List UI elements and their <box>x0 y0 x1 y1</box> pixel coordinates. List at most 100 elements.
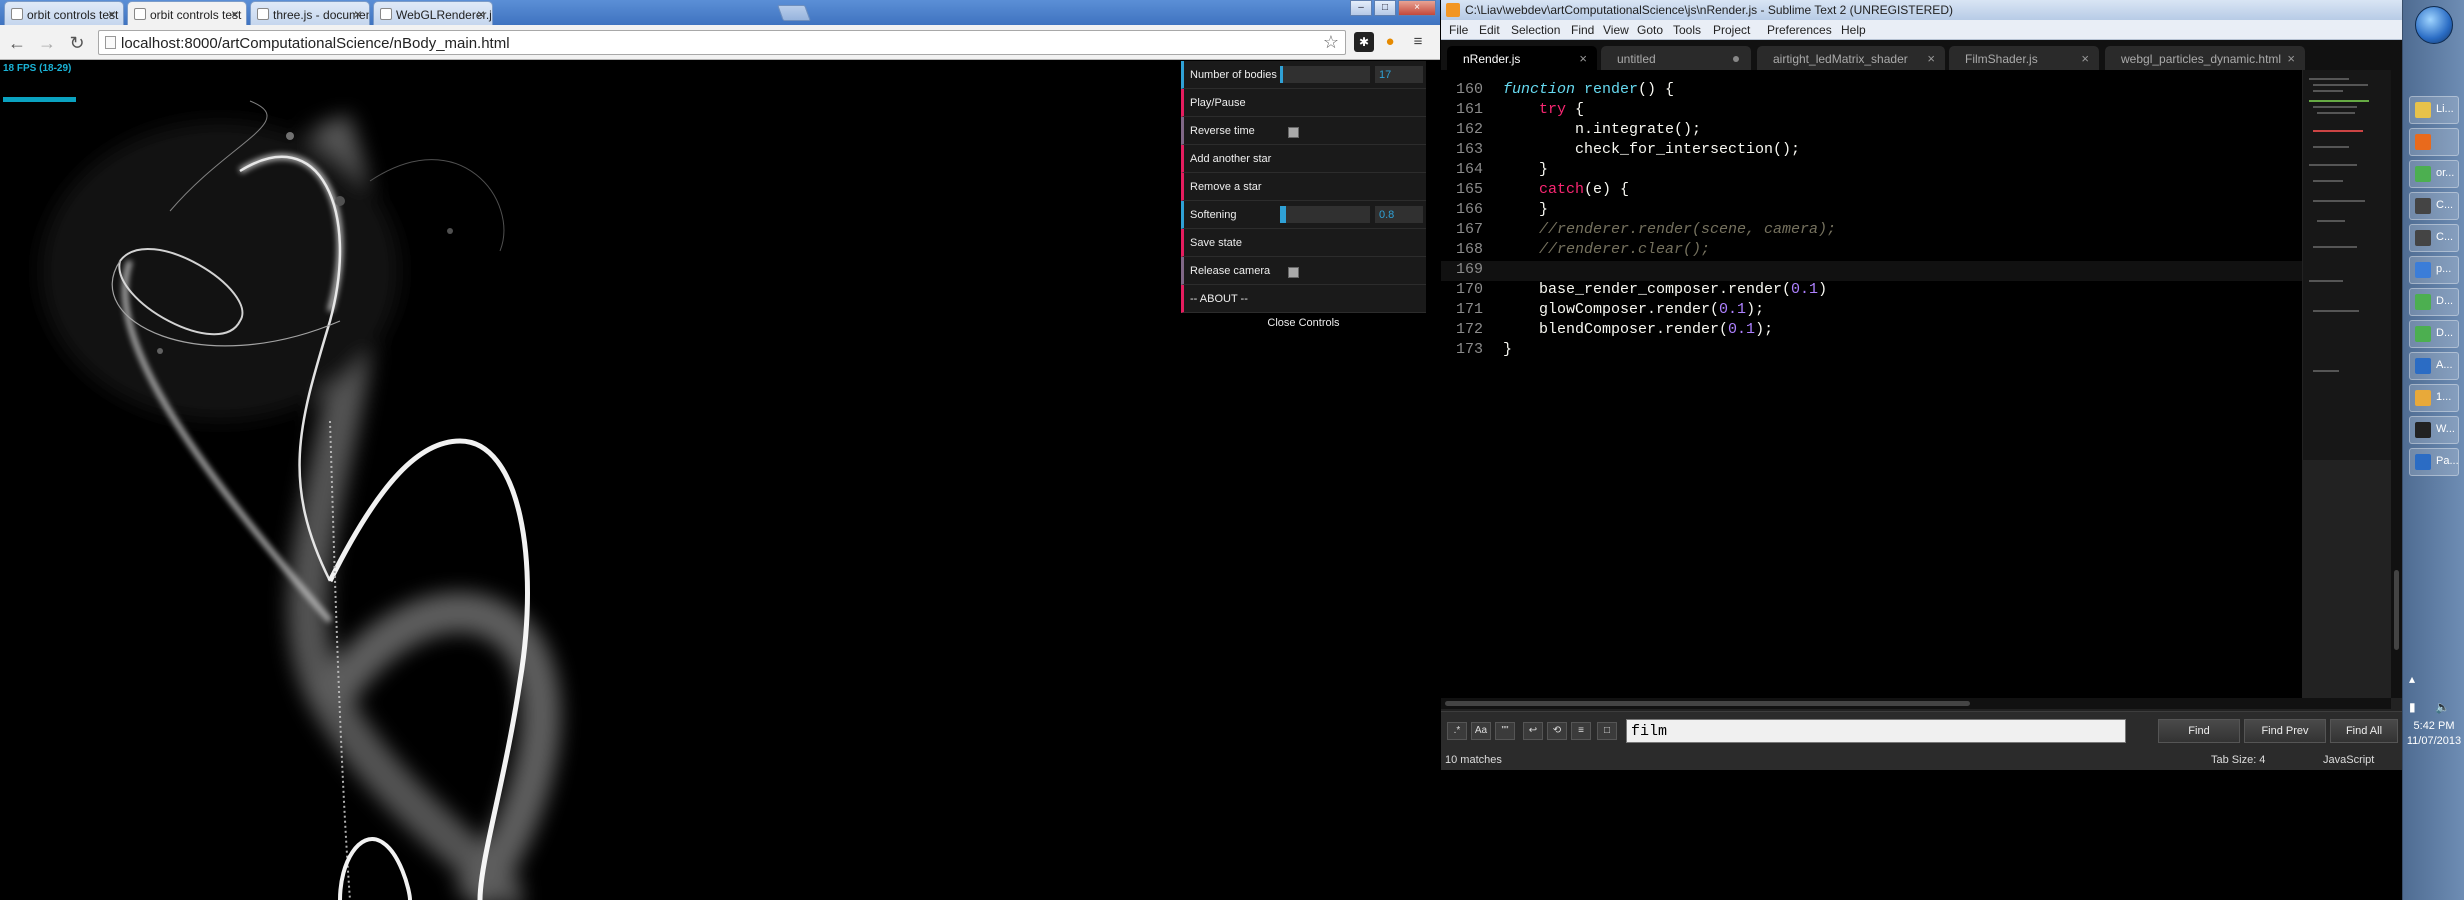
gui-save-state[interactable]: Save state <box>1181 229 1426 257</box>
browser-tab-2[interactable]: orbit controls test × <box>127 1 247 26</box>
gui-add-star[interactable]: Add another star <box>1181 145 1426 173</box>
line-number: 167 <box>1455 221 1483 238</box>
menu-edit[interactable]: Edit <box>1479 23 1500 37</box>
close-tab-icon[interactable]: × <box>2287 51 2295 66</box>
taskbar-item[interactable]: or... <box>2409 160 2459 188</box>
find-button[interactable]: Find <box>2158 719 2240 743</box>
menu-icon[interactable]: ≡ <box>1408 32 1428 52</box>
release-camera-checkbox[interactable] <box>1288 267 1299 278</box>
browser-tab-1[interactable]: orbit controls test × <box>4 1 124 25</box>
bookmark-star-icon[interactable]: ☆ <box>1323 32 1339 53</box>
softening-value[interactable]: 0.8 <box>1375 206 1423 223</box>
editor-tab-filmshader[interactable]: FilmShader.js × <box>1949 46 2099 70</box>
address-bar[interactable]: ☆ <box>98 30 1346 55</box>
minimap-viewport[interactable] <box>2303 70 2391 460</box>
app-icon <box>2415 102 2431 118</box>
menu-find[interactable]: Find <box>1571 23 1594 37</box>
taskbar-item[interactable]: W... <box>2409 416 2459 444</box>
tab-close-icon[interactable]: × <box>477 6 485 22</box>
taskbar-item[interactable] <box>2409 128 2459 156</box>
start-button[interactable] <box>2415 6 2453 44</box>
close-window-button[interactable]: × <box>1398 0 1436 16</box>
taskbar-item[interactable]: C... <box>2409 192 2459 220</box>
reverse-time-checkbox[interactable] <box>1288 127 1299 138</box>
clock-date[interactable]: 11/07/2013 <box>2403 735 2464 747</box>
editor-tab-airtight[interactable]: airtight_ledMatrix_shader × <box>1757 46 1945 70</box>
page-viewport[interactable]: 18 FPS (18-29) Number of bodies 17 Play/… <box>0 61 1440 900</box>
find-prev-button[interactable]: Find Prev <box>2244 719 2326 743</box>
editor-tab-webgl-particles[interactable]: webgl_particles_dynamic.html × <box>2105 46 2305 70</box>
new-tab-button[interactable] <box>777 5 811 21</box>
close-tab-icon[interactable]: × <box>1927 51 1935 66</box>
softening-slider[interactable] <box>1280 206 1370 223</box>
forward-arrow-icon[interactable]: → <box>36 32 58 54</box>
gui-about[interactable]: -- ABOUT -- <box>1181 285 1426 313</box>
reload-icon[interactable]: ↻ <box>66 32 88 54</box>
gui-number-of-bodies[interactable]: Number of bodies 17 <box>1181 61 1426 89</box>
scrollbar-thumb[interactable] <box>2394 570 2399 650</box>
taskbar-item[interactable]: Li... <box>2409 96 2459 124</box>
tab-close-icon[interactable]: × <box>108 6 116 22</box>
taskbar-item[interactable]: C... <box>2409 224 2459 252</box>
close-tab-icon[interactable]: × <box>2081 51 2089 66</box>
in-selection-toggle-icon[interactable]: ⟲ <box>1547 722 1567 740</box>
gui-remove-star[interactable]: Remove a star <box>1181 173 1426 201</box>
find-all-button[interactable]: Find All <box>2330 719 2398 743</box>
close-controls-button[interactable]: Close Controls <box>1181 313 1426 333</box>
back-arrow-icon[interactable]: ← <box>6 32 28 54</box>
extension-icon[interactable]: ✱ <box>1354 32 1374 52</box>
case-sensitive-toggle[interactable]: Aa <box>1471 722 1491 740</box>
tab-close-icon[interactable]: × <box>354 6 362 22</box>
syntax-mode[interactable]: JavaScript <box>2323 754 2374 766</box>
editor-tab-nrender[interactable]: nRender.js × <box>1447 46 1597 70</box>
find-input[interactable] <box>1626 719 2126 743</box>
taskbar-item[interactable]: 1... <box>2409 384 2459 412</box>
tab-title: orbit controls test <box>150 8 242 22</box>
minimap[interactable] <box>2303 70 2391 460</box>
code-editor[interactable]: 160 function render() { 161 try { 162 n.i… <box>1441 70 2302 698</box>
menu-goto[interactable]: Goto <box>1637 23 1663 37</box>
taskbar-item[interactable]: Pa... <box>2409 448 2459 476</box>
browser-tab-4[interactable]: WebGLRenderer.js × <box>373 1 493 25</box>
gui-reverse-time[interactable]: Reverse time <box>1181 117 1426 145</box>
horizontal-scrollbar[interactable] <box>1441 698 2391 709</box>
whole-word-toggle[interactable]: "" <box>1495 722 1515 740</box>
menu-view[interactable]: View <box>1603 23 1629 37</box>
volume-icon[interactable]: 🔈 <box>2435 700 2450 714</box>
taskbar-item[interactable]: A... <box>2409 352 2459 380</box>
tray-expand-icon[interactable]: ▴ <box>2409 672 2415 686</box>
bodies-slider[interactable] <box>1280 66 1370 83</box>
tab-size[interactable]: Tab Size: 4 <box>2211 754 2265 766</box>
gui-release-camera[interactable]: Release camera <box>1181 257 1426 285</box>
show-context-toggle-icon[interactable]: □ <box>1597 722 1617 740</box>
tab-close-icon[interactable]: × <box>231 6 239 22</box>
menu-help[interactable]: Help <box>1841 23 1866 37</box>
menu-project[interactable]: Project <box>1713 23 1750 37</box>
vertical-scrollbar[interactable] <box>2391 70 2402 698</box>
url-input[interactable] <box>121 34 1301 52</box>
menu-selection[interactable]: Selection <box>1511 23 1560 37</box>
wrap-toggle-icon[interactable]: ↩ <box>1523 722 1543 740</box>
taskbar-item[interactable]: D... <box>2409 320 2459 348</box>
gui-softening[interactable]: Softening 0.8 <box>1181 201 1426 229</box>
clock-time[interactable]: 5:42 PM <box>2403 720 2464 732</box>
regex-toggle[interactable]: .* <box>1447 722 1467 740</box>
code-line: 163 check_for_intersection(); <box>1441 141 2302 161</box>
browser-tab-3[interactable]: three.js - documentation × <box>250 1 370 25</box>
unsaved-dot-icon[interactable] <box>1733 56 1739 62</box>
scrollbar-thumb[interactable] <box>1445 701 1970 706</box>
menu-file[interactable]: File <box>1449 23 1468 37</box>
taskbar-item[interactable]: p... <box>2409 256 2459 284</box>
extension-cookie-icon[interactable]: ● <box>1380 32 1400 52</box>
network-icon[interactable]: ▮ <box>2409 700 2416 714</box>
highlight-matches-toggle-icon[interactable]: ≡ <box>1571 722 1591 740</box>
gui-play-pause[interactable]: Play/Pause <box>1181 89 1426 117</box>
editor-tab-untitled[interactable]: untitled <box>1601 46 1751 70</box>
menu-tools[interactable]: Tools <box>1673 23 1701 37</box>
minimize-button[interactable]: – <box>1350 0 1372 16</box>
taskbar-item[interactable]: D... <box>2409 288 2459 316</box>
maximize-button[interactable]: □ <box>1374 0 1396 16</box>
close-tab-icon[interactable]: × <box>1579 51 1587 66</box>
bodies-value[interactable]: 17 <box>1375 66 1423 83</box>
menu-preferences[interactable]: Preferences <box>1767 23 1832 37</box>
